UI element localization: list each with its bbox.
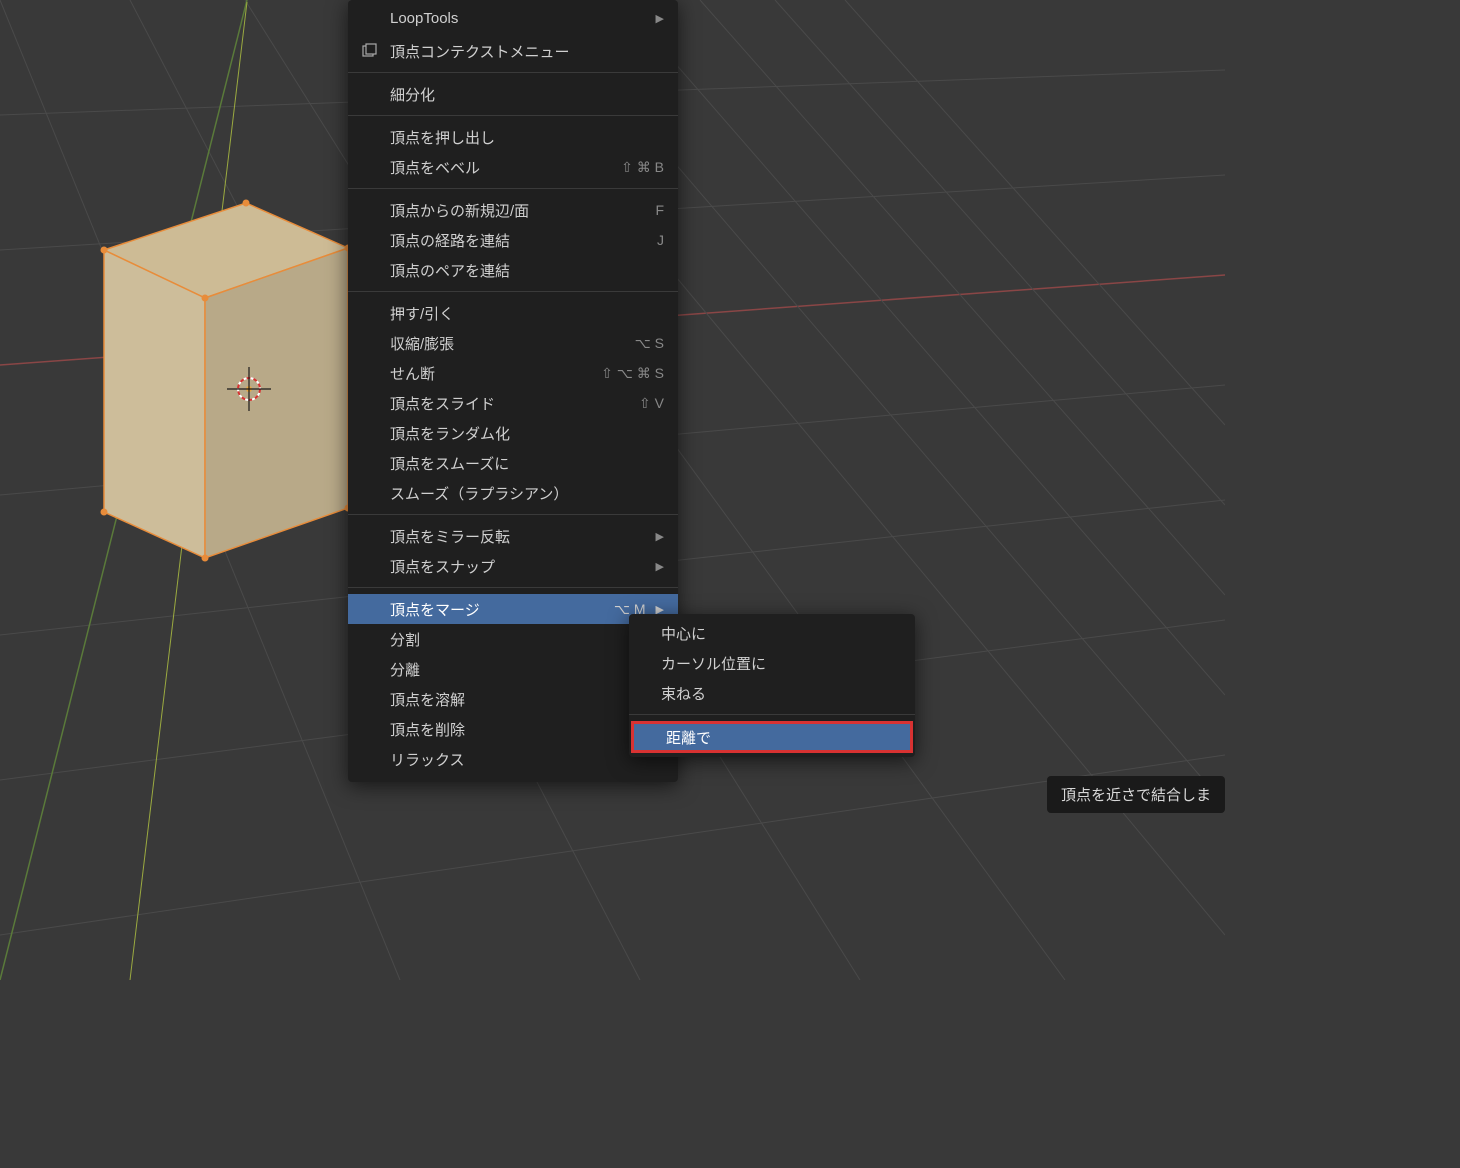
menu-item-shrink-fatten[interactable]: 収縮/膨張 ⌥ S bbox=[348, 328, 678, 358]
menu-separator bbox=[348, 115, 678, 116]
menu-label: 頂点からの新規辺/面 bbox=[390, 200, 655, 221]
menu-separator bbox=[348, 291, 678, 292]
menu-item-snap-vertices[interactable]: 頂点をスナップ ▶ bbox=[348, 551, 678, 581]
menu-label: 頂点の経路を連結 bbox=[390, 230, 657, 251]
menu-label: 分割 bbox=[390, 629, 655, 650]
submenu-arrow-icon: ▶ bbox=[656, 12, 664, 25]
menu-item-looptools[interactable]: LoopTools ▶ bbox=[348, 0, 678, 36]
menu-label: 頂点をスナップ bbox=[390, 556, 646, 577]
menu-shortcut: ⇧ ⌥ ⌘ S bbox=[601, 365, 664, 382]
menu-item-mirror-vertices[interactable]: 頂点をミラー反転 ▶ bbox=[348, 521, 678, 551]
tooltip: 頂点を近さで結合しま bbox=[1047, 776, 1225, 813]
menu-label: リラックス bbox=[390, 749, 664, 770]
submenu-item-at-cursor[interactable]: カーソル位置に bbox=[629, 648, 915, 678]
menu-label: 頂点をミラー反転 bbox=[390, 526, 646, 547]
menu-label: スムーズ（ラプラシアン） bbox=[390, 483, 664, 504]
menu-label: 頂点を押し出し bbox=[390, 127, 664, 148]
menu-separator bbox=[348, 587, 678, 588]
menu-label: 頂点コンテクストメニュー bbox=[390, 41, 664, 62]
menu-item-randomize-vertices[interactable]: 頂点をランダム化 bbox=[348, 418, 678, 448]
menu-label: 頂点のペアを連結 bbox=[390, 260, 664, 281]
submenu-item-collapse[interactable]: 束ねる bbox=[629, 678, 915, 708]
menu-label: 収縮/膨張 bbox=[390, 333, 635, 354]
menu-shortcut: F bbox=[655, 202, 664, 218]
menu-label: 押す/引く bbox=[390, 303, 664, 324]
submenu-item-by-distance[interactable]: 距離で bbox=[631, 721, 913, 753]
menu-label: 頂点を溶解 bbox=[390, 689, 664, 710]
menu-shortcut: ⇧ ⌘ B bbox=[621, 159, 664, 176]
menu-separator bbox=[629, 714, 915, 715]
menu-item-smooth-laplacian[interactable]: スムーズ（ラプラシアン） bbox=[348, 478, 678, 508]
context-menu-icon bbox=[360, 42, 378, 60]
merge-submenu[interactable]: 中心に カーソル位置に 束ねる 距離で bbox=[629, 614, 915, 757]
submenu-item-at-center[interactable]: 中心に bbox=[629, 618, 915, 648]
menu-label: 頂点をベベル bbox=[390, 157, 621, 178]
menu-shortcut: ⇧ V bbox=[639, 395, 664, 412]
menu-label: LoopTools bbox=[390, 10, 646, 27]
menu-shortcut: J bbox=[657, 232, 664, 248]
menu-item-shear[interactable]: せん断 ⇧ ⌥ ⌘ S bbox=[348, 358, 678, 388]
menu-label: 距離で bbox=[666, 727, 896, 748]
menu-item-new-edge-face[interactable]: 頂点からの新規辺/面 F bbox=[348, 195, 678, 225]
menu-label: 頂点をマージ bbox=[390, 599, 614, 620]
menu-item-smooth-vertices[interactable]: 頂点をスムーズに bbox=[348, 448, 678, 478]
submenu-arrow-icon: ▶ bbox=[656, 560, 664, 573]
menu-item-push-pull[interactable]: 押す/引く bbox=[348, 298, 678, 328]
menu-separator bbox=[348, 188, 678, 189]
menu-item-extrude-vertices[interactable]: 頂点を押し出し bbox=[348, 122, 678, 152]
menu-item-connect-vertex-path[interactable]: 頂点の経路を連結 J bbox=[348, 225, 678, 255]
menu-item-bevel-vertices[interactable]: 頂点をベベル ⇧ ⌘ B bbox=[348, 152, 678, 182]
submenu-arrow-icon: ▶ bbox=[656, 530, 664, 543]
menu-item-vertex-context[interactable]: 頂点コンテクストメニュー bbox=[348, 36, 678, 66]
menu-label: 頂点をランダム化 bbox=[390, 423, 664, 444]
menu-label: 細分化 bbox=[390, 84, 664, 105]
menu-label: カーソル位置に bbox=[661, 653, 901, 674]
tooltip-text: 頂点を近さで結合しま bbox=[1061, 787, 1211, 804]
menu-separator bbox=[348, 72, 678, 73]
menu-label: 頂点をスムーズに bbox=[390, 453, 664, 474]
menu-label: せん断 bbox=[390, 363, 601, 384]
menu-item-slide-vertices[interactable]: 頂点をスライド ⇧ V bbox=[348, 388, 678, 418]
menu-label: 中心に bbox=[661, 623, 901, 644]
menu-item-subdivide[interactable]: 細分化 bbox=[348, 79, 678, 109]
menu-label: 頂点を削除 bbox=[390, 719, 664, 740]
menu-label: 束ねる bbox=[661, 683, 901, 704]
menu-separator bbox=[348, 514, 678, 515]
menu-item-connect-vertex-pair[interactable]: 頂点のペアを連結 bbox=[348, 255, 678, 285]
menu-label: 分離 bbox=[390, 659, 636, 680]
menu-shortcut: ⌥ S bbox=[635, 335, 664, 352]
menu-label: 頂点をスライド bbox=[390, 393, 639, 414]
